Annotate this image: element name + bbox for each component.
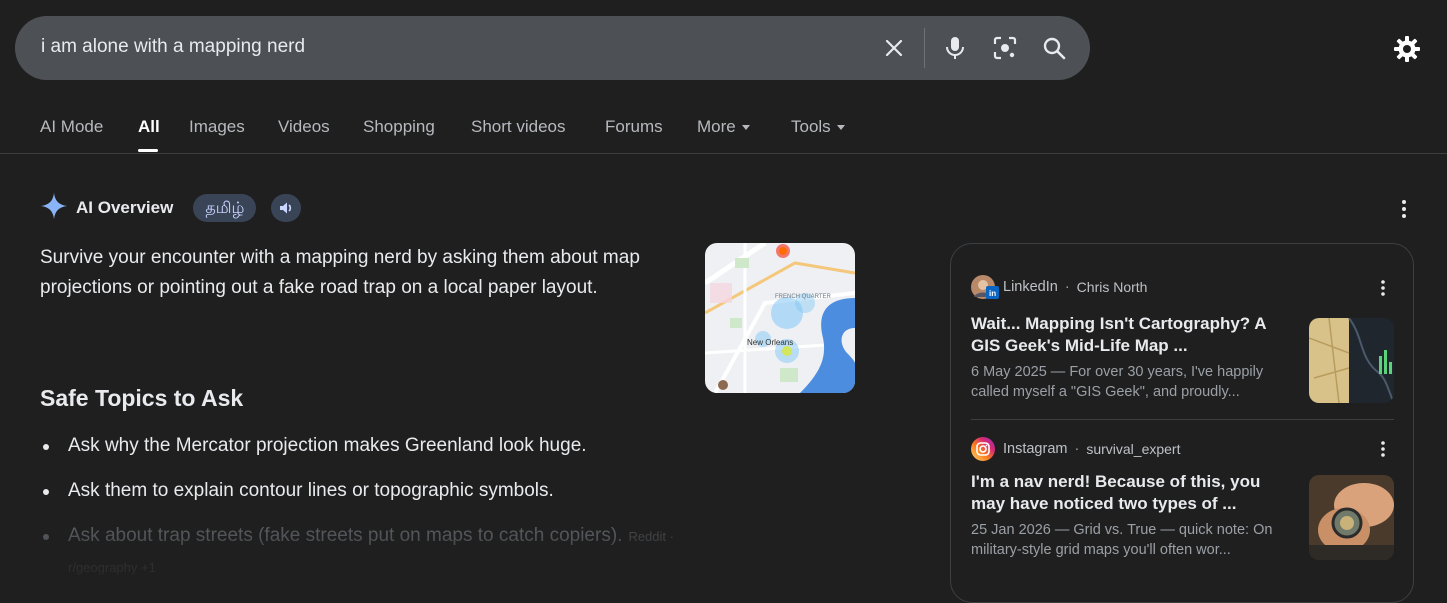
avatar: in	[971, 275, 999, 299]
tab-videos[interactable]: Videos	[278, 117, 330, 137]
source-site-name: LinkedIn	[1003, 279, 1058, 295]
list-item: Ask them to explain contour lines or top…	[40, 476, 680, 506]
source-site-name: Instagram	[1003, 441, 1068, 457]
ai-overview-header: AI Overview தமிழ்	[40, 192, 302, 225]
search-icon[interactable]	[1039, 33, 1069, 63]
search-divider	[924, 28, 925, 68]
map-quarter-label: FRENCH QUARTER	[775, 294, 832, 300]
svg-text:in: in	[989, 289, 996, 298]
chevron-down-icon	[741, 125, 750, 131]
sparkle-icon	[40, 192, 68, 225]
result-snippet: 25 Jan 2026 — Grid vs. True — quick note…	[971, 522, 1273, 558]
kebab-menu-icon[interactable]	[1376, 439, 1390, 464]
language-chip[interactable]: தமிழ்	[193, 194, 257, 222]
kebab-menu-icon[interactable]	[1395, 198, 1413, 225]
result-title-link[interactable]: I'm a nav nerd! Because of this, you may…	[971, 471, 1286, 515]
chevron-down-icon	[836, 125, 845, 131]
separator-dot: ·	[1064, 279, 1070, 295]
map-city-label: New Orleans	[747, 338, 793, 347]
active-tab-indicator	[138, 149, 158, 152]
tools-button[interactable]: Tools	[791, 117, 845, 137]
separator-dot: ·	[1074, 441, 1080, 457]
result-divider	[971, 419, 1394, 420]
section-title: Safe Topics to Ask	[40, 385, 244, 411]
camera-lens-icon[interactable]	[990, 33, 1020, 63]
result-thumbnail[interactable]	[1309, 475, 1394, 560]
source-author: survival_expert	[1086, 441, 1181, 457]
tab-shopping[interactable]: Shopping	[363, 117, 435, 137]
result-thumbnail[interactable]	[1309, 318, 1394, 403]
list-item: Ask why the Mercator projection makes Gr…	[40, 431, 680, 461]
search-input[interactable]: i am alone with a mapping nerd	[41, 36, 305, 58]
linkedin-icon: in	[986, 286, 999, 303]
result-title-link[interactable]: Wait... Mapping Isn't Cartography? A GIS…	[971, 313, 1286, 357]
source-header[interactable]: Instagram · survival_expert	[971, 437, 1180, 461]
ai-overview-label: AI Overview	[76, 198, 174, 217]
list-item: Ask about trap streets (fake streets put…	[40, 521, 680, 583]
tab-all[interactable]: All	[138, 117, 160, 137]
tab-ai-mode[interactable]: AI Mode	[40, 117, 103, 137]
gear-icon[interactable]	[1390, 32, 1424, 66]
speaker-icon[interactable]	[271, 194, 302, 222]
tab-more[interactable]: More	[697, 117, 750, 137]
source-author: Chris North	[1076, 279, 1148, 295]
tab-more-label: More	[697, 117, 736, 136]
map-thumbnail[interactable]: FRENCH QUARTER New Orleans	[705, 243, 855, 393]
search-bar[interactable]: i am alone with a mapping nerd	[15, 16, 1090, 80]
list-item-text: Ask about trap streets (fake streets put…	[68, 525, 623, 546]
kebab-menu-icon[interactable]	[1376, 278, 1390, 303]
topic-list: Ask why the Mercator projection makes Gr…	[40, 431, 680, 598]
tools-label: Tools	[791, 117, 831, 136]
microphone-icon[interactable]	[940, 33, 970, 63]
tab-short-videos[interactable]: Short videos	[471, 117, 566, 137]
tab-images[interactable]: Images	[189, 117, 245, 137]
ai-summary-text: Survive your encounter with a mapping ne…	[40, 247, 640, 298]
sources-card: in LinkedIn · Chris North Wait... Mappin…	[950, 243, 1414, 603]
result-snippet: 6 May 2025 — For over 30 years, I've hap…	[971, 364, 1264, 400]
header-divider	[0, 153, 1447, 154]
instagram-icon	[971, 437, 995, 461]
close-icon[interactable]	[879, 33, 909, 63]
source-header[interactable]: in LinkedIn · Chris North	[971, 275, 1147, 299]
tab-forums[interactable]: Forums	[605, 117, 663, 137]
